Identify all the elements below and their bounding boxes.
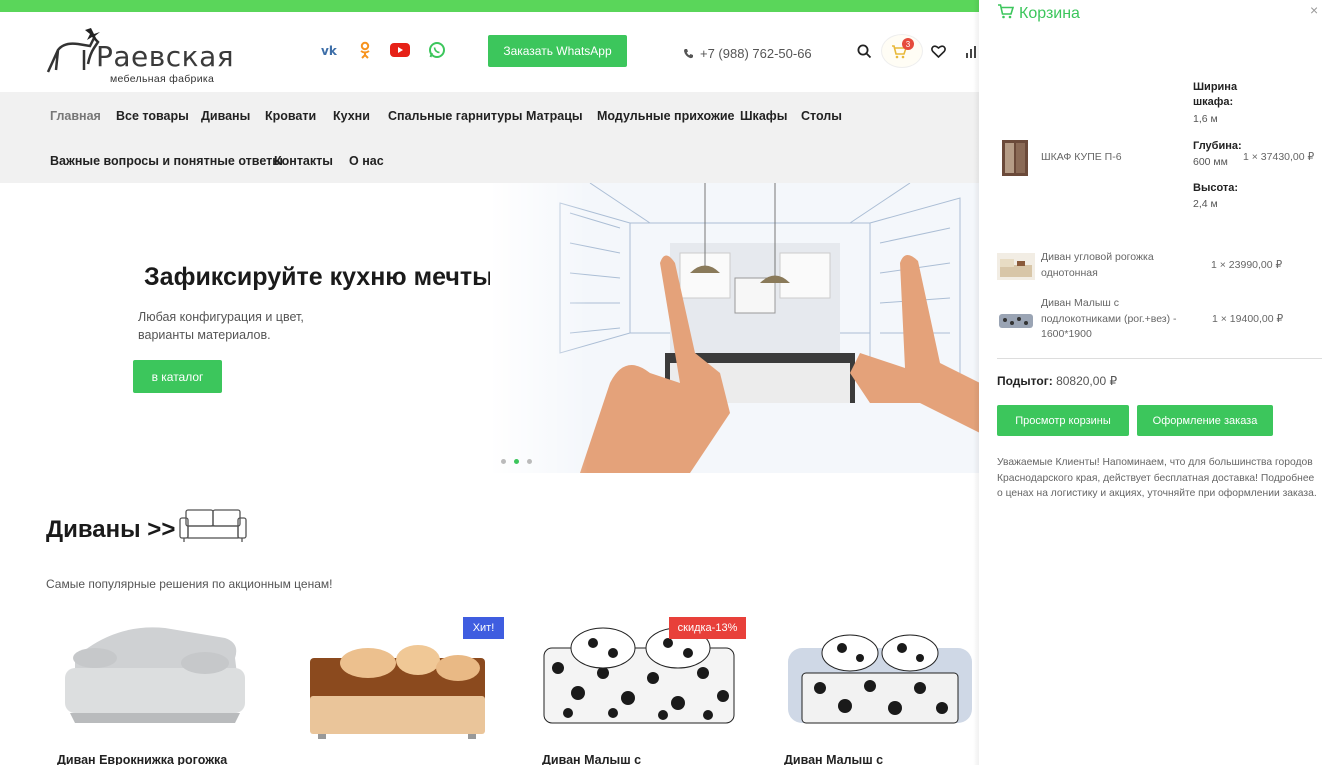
nav-item-hallways[interactable]: Модульные прихожие [597,109,735,123]
product-name-4[interactable]: Диван Малыш с [784,753,883,765]
logo-name: Раевская [96,40,235,73]
cart-item-image-2[interactable] [997,253,1035,280]
nav-item-mattresses[interactable]: Матрацы [526,109,583,123]
cart-item-name-1[interactable]: ШКАФ КУПЕ П-6 [1041,150,1122,166]
main-navigation: Главная Все товары Диваны Кровати Кухни … [0,92,980,183]
nav-item-about[interactable]: О нас [349,154,384,168]
nav-item-wardrobes[interactable]: Шкафы [740,109,787,123]
section-subtitle: Самые популярные решения по акционным це… [46,577,333,591]
discount-badge: скидка-13% [669,617,746,639]
subtotal-value: 80820,00 ₽ [1056,374,1118,388]
slider-dot-3[interactable] [527,459,532,464]
attr-value-width: 1,6 м [1193,113,1218,125]
nav-item-all-products[interactable]: Все товары [116,109,189,123]
svg-text:vk: vk [321,44,338,56]
order-whatsapp-button[interactable]: Заказать WhatsApp [488,35,627,67]
slider-dot-1[interactable] [501,459,506,464]
cart-item-price-2: 1 × 23990,00 ₽ [1211,259,1283,271]
site-header: Раевская мебельная фабрика vk Заказать W… [0,12,980,92]
cart-item-name-3[interactable]: Диван Малыш с подлокотниками (рог.+вез) … [1041,296,1196,343]
hero-slider: Зафиксируйте кухню мечты! Любая конфигур… [0,183,980,473]
hero-title: Зафиксируйте кухню мечты! [144,263,502,291]
hit-badge: Хит! [463,617,504,639]
attr-value-depth: 600 мм [1193,156,1228,168]
checkout-button[interactable]: Оформление заказа [1137,405,1273,436]
cart-item-image-1[interactable] [1001,139,1029,177]
nav-item-kitchens[interactable]: Кухни [333,109,370,123]
slider-dot-2-active[interactable] [514,459,519,464]
attr-label-depth: Глубина: [1193,140,1242,152]
cart-item-name-2[interactable]: Диван угловой рогожка однотонная [1041,250,1186,281]
delivery-note: Уважаемые Клиенты! Напоминаем, что для б… [997,457,1317,499]
youtube-icon[interactable] [389,40,411,60]
nav-item-sofas[interactable]: Диваны [201,109,250,123]
phone-number[interactable]: +7 (988) 762-50-66 [683,46,812,61]
cart-title: Корзина [1019,5,1080,22]
attr-value-height: 2,4 м [1193,198,1218,210]
hero-kitchen-image [490,183,980,473]
cart-divider [997,358,1322,359]
logo[interactable]: Раевская мебельная фабрика [44,24,234,86]
nav-item-contacts[interactable]: Контакты [274,154,333,168]
subtotal-label: Подытог: [997,374,1053,388]
sofa-icon [179,509,247,542]
cart-item-image-3[interactable] [998,308,1034,332]
attr-label-height: Высота: [1193,182,1239,194]
cart-subtotal: Подытог: 80820,00 ₽ [997,374,1117,388]
horse-logo-icon [46,28,100,73]
attr-label-width: Ширина шкафа: [1193,81,1238,108]
whatsapp-icon[interactable] [426,40,448,60]
nav-item-beds[interactable]: Кровати [265,109,316,123]
section-title[interactable]: Диваны >> [46,516,175,544]
product-image-1[interactable] [55,618,255,748]
cart-count-badge: 3 [902,38,914,50]
product-image-4[interactable] [780,618,980,748]
vk-icon[interactable]: vk [319,40,341,60]
nav-item-faq[interactable]: Важные вопросы и понятные ответы [50,154,283,168]
search-icon[interactable] [857,44,872,59]
nav-item-tables[interactable]: Столы [801,109,842,123]
heart-icon[interactable] [931,45,946,58]
cart-icon [998,4,1014,19]
close-icon[interactable]: × [1310,2,1318,18]
cart-item-price-3: 1 × 19400,00 ₽ [1212,313,1284,325]
product-name-3[interactable]: Диван Малыш с [542,753,641,765]
phone-icon [684,49,693,59]
catalog-button[interactable]: в каталог [133,360,222,393]
product-name-1[interactable]: Диван Еврокнижка рогожка [57,753,227,765]
odnoklassniki-icon[interactable] [354,40,376,60]
hero-subtitle: Любая конфигурация и цвет, варианты мате… [138,310,304,342]
phone-text: +7 (988) 762-50-66 [700,46,812,61]
nav-item-bedroom-sets[interactable]: Спальные гарнитуры [388,109,522,123]
logo-tagline: мебельная фабрика [110,73,215,85]
cart-item-price-1: 1 × 37430,00 ₽ [1243,151,1315,163]
side-cart-panel: Корзина × ШКАФ КУПЕ П-6 Ширина шкафа: 1,… [979,0,1340,765]
view-cart-button[interactable]: Просмотр корзины [997,405,1129,436]
nav-item-home[interactable]: Главная [50,109,101,123]
